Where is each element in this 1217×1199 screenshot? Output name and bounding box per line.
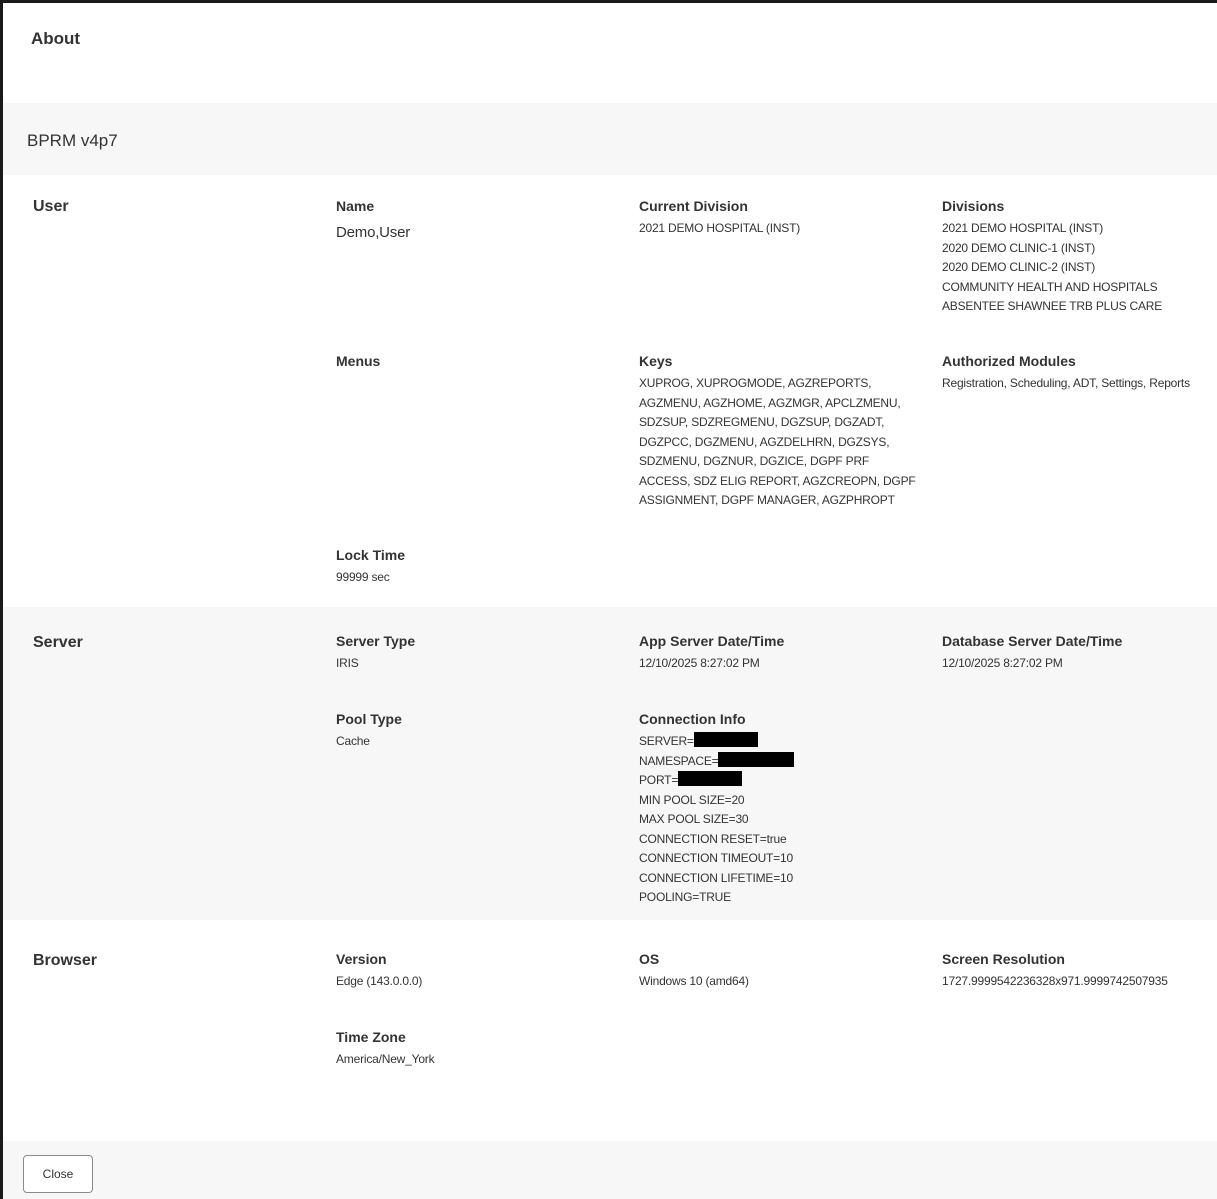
- user-section-label: User: [33, 198, 69, 215]
- namespace-prefix: NAMESPACE=: [639, 753, 719, 768]
- redacted-block: [693, 732, 758, 747]
- time-zone-value: America/New_York: [336, 1052, 435, 1066]
- keys-line: AGZMENU, AGZHOME, AGZMGR, APCLZMENU,: [639, 395, 901, 410]
- keys-value: XUPROG, XUPROGMODE, AGZREPORTS, AGZMENU,…: [639, 374, 916, 511]
- keys-field: Keys XUPROG, XUPROGMODE, AGZREPORTS, AGZ…: [639, 352, 916, 511]
- connection-info-line: POOLING=TRUE: [639, 890, 731, 904]
- dialog-title: About: [31, 29, 81, 48]
- os-value: Windows 10 (amd64): [639, 974, 749, 988]
- menus-label: Menus: [336, 353, 381, 369]
- connection-namespace-line: NAMESPACE=: [639, 751, 795, 772]
- browser-section-label: Browser: [33, 952, 98, 969]
- port-prefix: PORT=: [639, 773, 679, 787]
- time-zone-field: Time Zone America/New_York: [336, 1028, 435, 1070]
- app-server-datetime-value: 12/10/2025 8:27:02 PM: [639, 656, 760, 670]
- division-item: COMMUNITY HEALTH AND HOSPITALS: [942, 279, 1158, 294]
- redacted-block: [718, 751, 795, 767]
- keys-line: DGZPCC, DGZMENU, AGZDELHRN, DGZSYS,: [639, 434, 890, 449]
- current-division-field: Current Division 2021 DEMO HOSPITAL (INS…: [639, 197, 800, 239]
- authorized-modules-label: Authorized Modules: [942, 353, 1076, 369]
- server-type-value: IRIS: [336, 656, 359, 670]
- connection-info-line: CONNECTION RESET=true: [639, 831, 787, 846]
- keys-label: Keys: [639, 353, 673, 369]
- db-server-datetime-field: Database Server Date/Time 12/10/2025 8:2…: [942, 632, 1122, 674]
- connection-port-line: PORT=: [639, 771, 794, 791]
- server-type-field: Server Type IRIS: [336, 632, 415, 674]
- db-server-datetime-value: 12/10/2025 8:27:02 PM: [942, 656, 1063, 670]
- server-section-label: Server: [33, 634, 83, 651]
- division-item: 2021 DEMO HOSPITAL (INST): [942, 221, 1104, 235]
- menus-field: Menus: [336, 352, 380, 370]
- keys-line: SDZSUP, SDZREGMENU, DGZSUP, DGZADT,: [639, 415, 885, 429]
- divisions-list: 2021 DEMO HOSPITAL (INST) 2020 DEMO CLIN…: [942, 219, 1162, 317]
- time-zone-label: Time Zone: [336, 1029, 406, 1045]
- division-item: 2020 DEMO CLINIC-2 (INST): [942, 260, 1096, 274]
- pool-type-field: Pool Type Cache: [336, 710, 402, 752]
- version-value: Edge (143.0.0.0): [336, 974, 423, 988]
- division-item: 2020 DEMO CLINIC-1 (INST): [942, 240, 1096, 255]
- app-name-band: [3, 103, 1217, 175]
- connection-info-field: Connection Info SERVER= NAMESPACE= PORT=…: [639, 710, 795, 908]
- connection-info-line: MIN POOL SIZE=20: [639, 792, 745, 807]
- keys-line: ACCESS, SDZ ELIG REPORT, AGZCREOPN, DGPF: [639, 473, 916, 488]
- db-server-datetime-label: Database Server Date/Time: [942, 633, 1123, 649]
- connection-info-line: MAX POOL SIZE=30: [639, 812, 749, 826]
- version-label: Version: [336, 951, 387, 967]
- lock-time-field: Lock Time 99999 sec: [336, 546, 405, 588]
- name-value: Demo,User: [336, 224, 411, 241]
- server-type-label: Server Type: [336, 633, 416, 649]
- divisions-field: Divisions 2021 DEMO HOSPITAL (INST) 2020…: [942, 197, 1162, 317]
- connection-info-value: SERVER= NAMESPACE= PORT= MIN POOL SIZE=2…: [639, 732, 795, 908]
- authorized-modules-text: Registration, Scheduling, ADT, Settings,…: [942, 376, 1190, 390]
- name-label: Name: [336, 198, 375, 214]
- screen-resolution-field: Screen Resolution 1727.9999542236328x971…: [942, 950, 1168, 992]
- dialog-header: About: [3, 3, 1217, 104]
- authorized-modules-value: Registration, Scheduling, ADT, Settings,…: [942, 374, 1190, 394]
- divisions-label: Divisions: [942, 198, 1005, 214]
- lock-time-label: Lock Time: [336, 547, 405, 563]
- keys-line: ASSIGNMENT, DGPF MANAGER, AGZPHROPT: [639, 493, 895, 507]
- browser-version-field: Version Edge (143.0.0.0): [336, 950, 422, 992]
- pool-type-label: Pool Type: [336, 711, 402, 727]
- keys-line: SDZMENU, DGZNUR, DGZICE, DGPF PRF: [639, 454, 870, 468]
- screen-resolution-value: 1727.9999542236328x971.9999742507935: [942, 974, 1168, 988]
- pool-type-value: Cache: [336, 734, 370, 748]
- dialog-footer: [3, 1141, 1217, 1199]
- division-item: ABSENTEE SHAWNEE TRB PLUS CARE: [942, 299, 1163, 313]
- redacted-block: [678, 771, 743, 786]
- keys-line: XUPROG, XUPROGMODE, AGZREPORTS,: [639, 376, 872, 390]
- server-prefix: SERVER=: [639, 734, 694, 748]
- authorized-modules-field: Authorized Modules Registration, Schedul…: [942, 352, 1190, 394]
- lock-time-value: 99999 sec: [336, 570, 390, 584]
- app-server-datetime-field: App Server Date/Time 12/10/2025 8:27:02 …: [639, 632, 784, 674]
- app-server-datetime-label: App Server Date/Time: [639, 633, 785, 649]
- user-name-field: Name Demo,User: [336, 197, 410, 243]
- os-field: OS Windows 10 (amd64): [639, 950, 749, 992]
- connection-info-label: Connection Info: [639, 711, 746, 727]
- os-label: OS: [639, 951, 660, 967]
- app-name: BPRM v4p7: [27, 131, 118, 150]
- connection-info-line: CONNECTION LIFETIME=10: [639, 870, 793, 885]
- connection-server-line: SERVER=: [639, 732, 794, 752]
- current-division-label: Current Division: [639, 198, 748, 214]
- connection-info-line: CONNECTION TIMEOUT=10: [639, 851, 793, 865]
- about-dialog: About BPRM v4p7 User Name Demo,User Curr…: [0, 0, 1217, 1199]
- close-button[interactable]: Close: [23, 1155, 93, 1193]
- current-division-value: 2021 DEMO HOSPITAL (INST): [639, 221, 801, 235]
- screen-resolution-label: Screen Resolution: [942, 951, 1065, 967]
